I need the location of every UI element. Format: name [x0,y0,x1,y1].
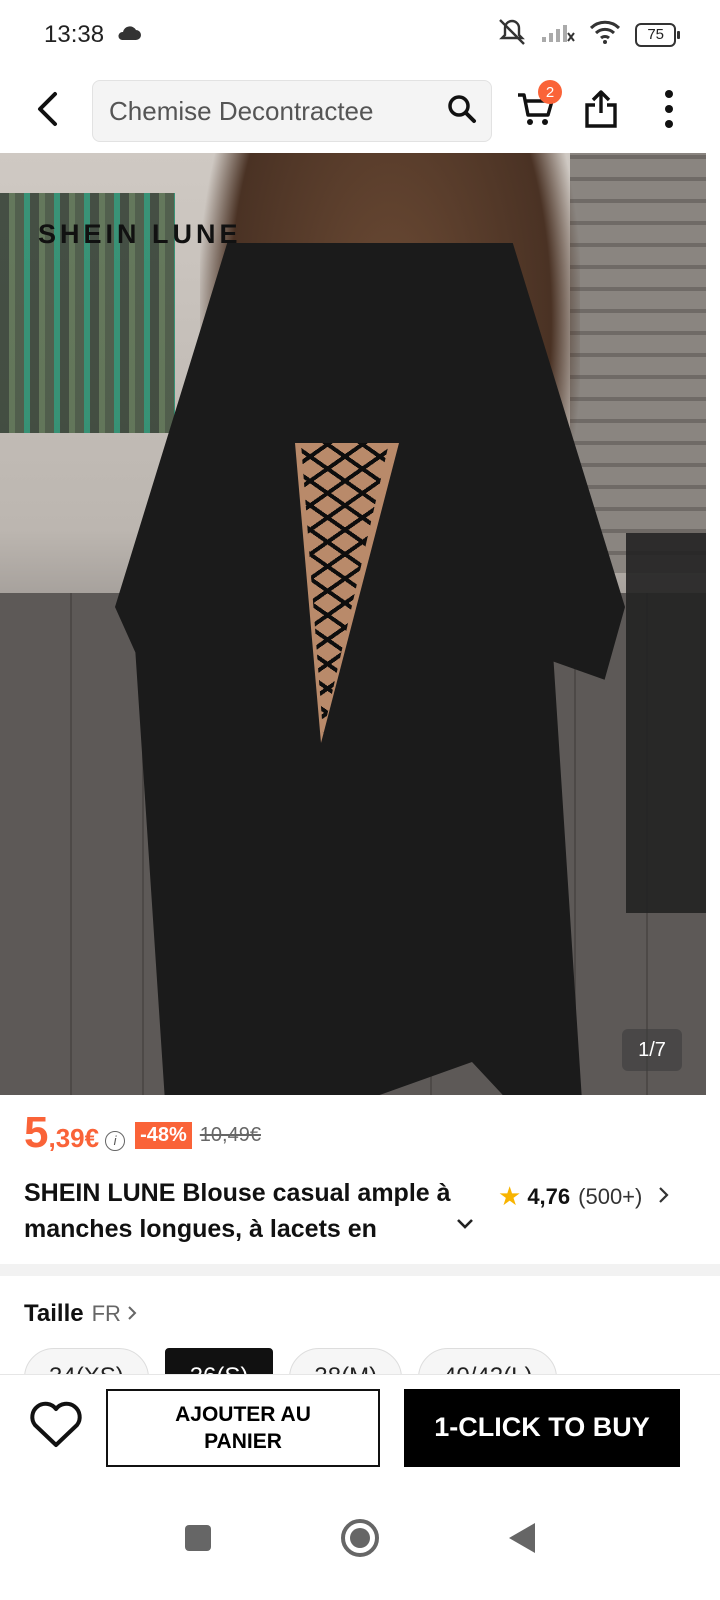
search-input[interactable] [109,95,447,127]
search-bar[interactable] [92,80,492,142]
wifi-icon [589,20,621,51]
share-button[interactable] [572,82,630,140]
back-arrow-icon [33,91,63,132]
signal-icon [541,21,576,50]
price-integer: 5 [24,1108,49,1157]
cart-button[interactable]: 2 [506,80,564,140]
mute-icon [497,18,527,53]
back-triangle-icon [507,1521,537,1560]
review-count: (500+) [578,1183,643,1209]
product-title-text: SHEIN LUNE Blouse casual ample à manches… [24,1179,451,1243]
product-image-gallery[interactable]: SHEIN LUNE 1/7 [0,153,706,1095]
share-icon [583,89,619,134]
image-counter: 1/7 [622,1029,682,1071]
cloud-icon [116,21,142,49]
one-click-buy-button[interactable]: 1-CLICK TO BUY [404,1388,680,1467]
original-price: 10,49€ [199,1124,261,1146]
status-bar: 13:38 75 [0,0,720,70]
home-button[interactable] [335,1515,385,1565]
size-unit: FR [91,1301,121,1326]
display-case-background [626,533,706,913]
add-to-cart-button[interactable]: AJOUTER AU PANIER [106,1388,380,1467]
bottom-action-bar: AJOUTER AU PANIER 1-CLICK TO BUY [0,1374,720,1480]
home-circle-icon [339,1517,381,1564]
wishlist-button[interactable] [26,1398,86,1458]
cart-count-badge: 2 [538,80,562,104]
square-icon [183,1523,213,1558]
more-icon [664,89,674,134]
chevron-down-icon[interactable] [456,1217,474,1235]
top-header: 2 [0,78,720,144]
product-title[interactable]: SHEIN LUNE Blouse casual ample à manches… [24,1175,474,1247]
product-dress [115,243,625,1095]
size-selector-header[interactable]: Taille FR [24,1300,137,1328]
rating-score: 4,76 [527,1183,571,1209]
price-row: 5 ,39€ i -48% 10,49€ [24,1108,261,1158]
chevron-right-icon [127,1300,137,1328]
search-icon[interactable] [447,94,477,129]
system-nav-bar [0,1480,720,1600]
back-button[interactable] [18,81,78,141]
rating-summary[interactable]: ★ 4,76 (500+) [498,1181,670,1212]
heart-icon [29,1401,83,1454]
size-label: Taille [24,1300,84,1327]
chevron-right-icon [658,1184,670,1210]
price-info-icon[interactable]: i [105,1130,126,1151]
price-decimal: ,39€ [48,1123,100,1153]
brand-watermark: SHEIN LUNE [38,219,242,249]
clock: 13:38 [44,21,105,48]
star-icon: ★ [498,1181,522,1211]
product-title-row: SHEIN LUNE Blouse casual ample à manches… [24,1175,704,1247]
more-options-button[interactable] [640,82,698,140]
section-divider [0,1264,720,1276]
recents-button[interactable] [173,1515,223,1565]
back-nav-button[interactable] [497,1515,547,1565]
discount-badge: -48% [135,1122,192,1149]
battery-icon: 75 [635,23,680,47]
